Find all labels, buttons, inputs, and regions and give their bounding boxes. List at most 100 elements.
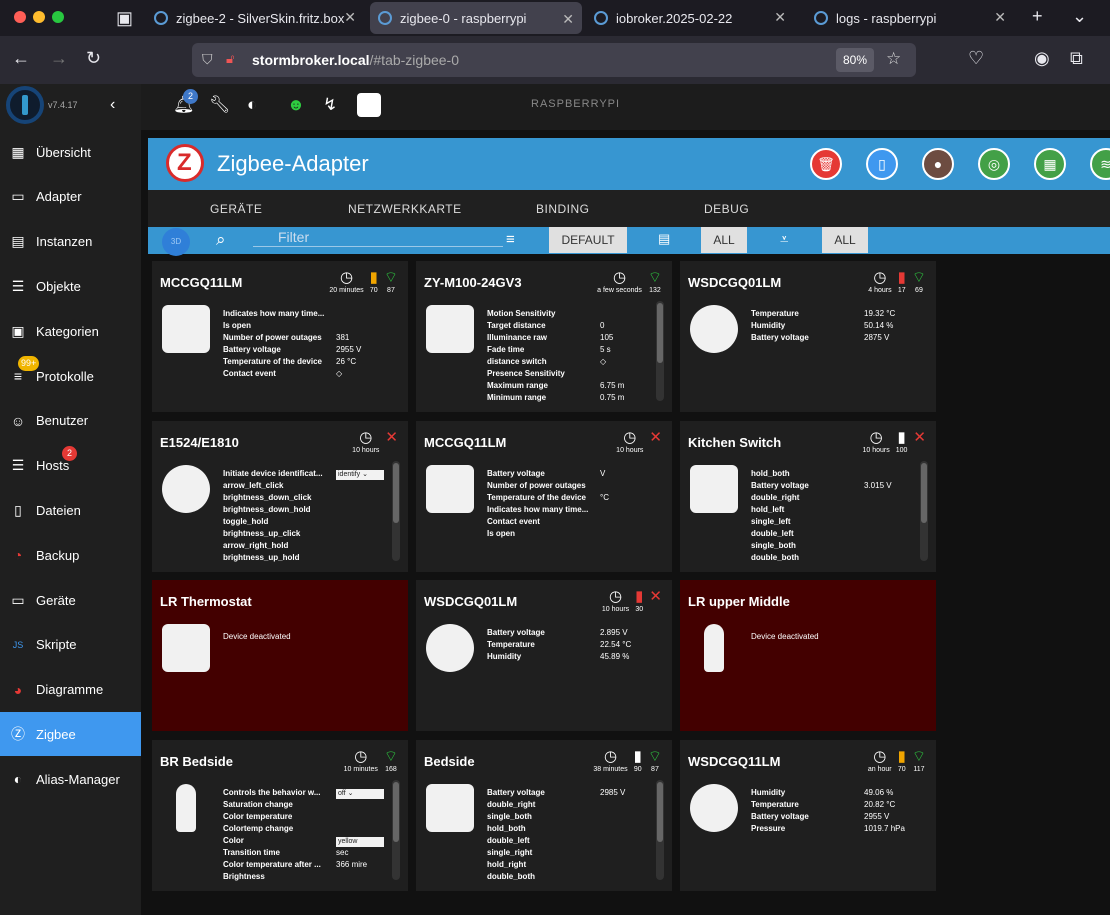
state-value[interactable] <box>336 493 393 505</box>
browser-tab-active[interactable]: zigbee-0 - raspberrypi ✕ <box>370 2 582 34</box>
state-value[interactable]: 381 <box>336 333 393 345</box>
state-value[interactable] <box>336 800 393 812</box>
url-text[interactable]: stormbroker.local/#tab-zigbee-0 <box>252 52 459 68</box>
maximize-window-button[interactable] <box>52 11 64 23</box>
wrench-icon[interactable]: 🔧︎ <box>209 95 231 115</box>
card-scrollbar[interactable] <box>920 461 928 561</box>
device-card[interactable]: E1524/E1810 ◷ 10 hours ✕ Initiate device ide… <box>152 421 408 572</box>
tab-overview-icon[interactable]: ▣ <box>116 8 133 29</box>
state-value[interactable] <box>336 541 393 553</box>
state-value[interactable] <box>864 541 921 553</box>
device-card[interactable]: MCCGQ11LM ◷ 10 hours ✕ Battery voltage V Numbe… <box>416 421 672 572</box>
collapse-sidebar-icon[interactable]: ‹ <box>110 96 115 114</box>
state-value[interactable] <box>336 481 393 493</box>
state-value[interactable] <box>600 800 657 812</box>
state-value[interactable] <box>864 505 921 517</box>
account-icon[interactable]: ◉ <box>1034 48 1050 69</box>
forward-icon[interactable]: → <box>50 48 68 69</box>
close-window-button[interactable] <box>14 11 26 23</box>
state-value[interactable] <box>600 309 657 321</box>
filter-input[interactable]: Filter <box>253 227 503 247</box>
close-tab-icon[interactable]: ✕ <box>562 11 574 28</box>
state-value[interactable]: 2955 V <box>336 345 393 357</box>
state-value[interactable]: 0 <box>600 321 657 333</box>
state-value[interactable] <box>336 309 393 321</box>
device-card[interactable]: LR Thermostat Device deactivated <box>152 580 408 731</box>
state-value[interactable]: sec <box>336 848 393 860</box>
all-types-button[interactable]: ALL <box>701 227 747 253</box>
state-value[interactable]: 45.89 % <box>600 652 657 664</box>
state-select[interactable]: identify ⌄ <box>336 470 384 480</box>
close-tab-icon[interactable]: ✕ <box>774 9 786 26</box>
device-card[interactable]: BR Bedside ◷ 10 minutes ⌔ 168 Controls the be… <box>152 740 408 891</box>
device-card[interactable]: WSDCGQ11LM ◷ an hour ▮ 70 ⌔ 117 Humidity 49.06 %… <box>680 740 936 891</box>
state-value[interactable] <box>864 517 921 529</box>
state-value[interactable] <box>600 872 657 884</box>
browser-tab[interactable]: iobroker.2025-02-22 ✕ <box>594 0 794 36</box>
close-tab-icon[interactable]: ✕ <box>994 9 1006 26</box>
device-card[interactable]: ZY-M100-24GV3 ◷ a few seconds ⌔ 132 Motion Se… <box>416 261 672 412</box>
state-value[interactable] <box>600 369 657 381</box>
state-value[interactable]: 0.75 m <box>600 393 657 405</box>
new-tab-icon[interactable]: + <box>1032 6 1043 27</box>
browser-tab[interactable]: logs - raspberrypi ✕ <box>814 0 1014 36</box>
state-value[interactable]: 2875 V <box>864 333 921 345</box>
device-card[interactable]: WSDCGQ01LM ◷ 4 hours ▮ 17 ⌔ 69 Temperature 19.32… <box>680 261 936 412</box>
sidebar-item-benutzer[interactable]: ☺ Benutzer <box>0 399 141 443</box>
expert-mode-icon[interactable]: ☻ <box>287 95 305 115</box>
sidebar-item-hosts[interactable]: ☰ Hosts 2 <box>0 444 141 488</box>
device-card[interactable]: MCCGQ11LM ◷ 20 minutes ▮ 70 ⌔ 87 Indicates how … <box>152 261 408 412</box>
state-value[interactable] <box>600 824 657 836</box>
state-value[interactable] <box>336 812 393 824</box>
state-value[interactable]: 6.75 m <box>600 381 657 393</box>
tab-netzwerkkarte[interactable]: NETZWERKKARTE <box>348 202 462 216</box>
3d-button[interactable]: 3D <box>162 228 190 256</box>
state-value[interactable] <box>600 812 657 824</box>
device-card[interactable]: Kitchen Switch ◷ 10 hours ▮ 100 ✕ hold_both Bat… <box>680 421 936 572</box>
extensions-icon[interactable]: ⧉ <box>1070 48 1083 69</box>
tab-debug[interactable]: DEBUG <box>704 202 749 216</box>
state-value[interactable]: 19.32 °C <box>864 309 921 321</box>
state-value[interactable]: 1019.7 hPa <box>864 824 921 836</box>
state-value[interactable]: °C <box>600 493 657 505</box>
url-bar[interactable]: ⛉ 🔓︎ stormbroker.local/#tab-zigbee-0 80%… <box>192 43 916 77</box>
back-icon[interactable]: ← <box>12 48 30 69</box>
default-button[interactable]: DEFAULT <box>549 227 627 253</box>
state-value[interactable] <box>600 860 657 872</box>
restart-icon[interactable]: ↯ <box>323 95 337 115</box>
permit-join-button[interactable]: ◎ <box>978 148 1010 180</box>
state-value[interactable] <box>336 321 393 333</box>
state-value[interactable] <box>600 529 657 541</box>
reload-icon[interactable]: ↻ <box>86 48 101 69</box>
zoom-level[interactable]: 80% <box>836 48 874 72</box>
state-value[interactable]: yellow <box>336 836 393 848</box>
sidebar-item-kategorien[interactable]: ▣ Kategorien <box>0 309 141 353</box>
state-value[interactable] <box>864 493 921 505</box>
state-value[interactable]: 22.54 °C <box>600 640 657 652</box>
tab-binding[interactable]: BINDING <box>536 202 590 216</box>
state-value[interactable]: 49.06 % <box>864 788 921 800</box>
sidebar-item-adapter[interactable]: ▭ Adapter <box>0 175 141 219</box>
shield-icon[interactable]: ⛉ <box>202 51 213 68</box>
delete-button[interactable]: 🗑︎ <box>810 148 842 180</box>
state-value[interactable] <box>600 517 657 529</box>
card-scrollbar[interactable] <box>392 461 400 561</box>
state-value[interactable]: identify ⌄ <box>336 469 393 481</box>
state-value[interactable]: 366 mire <box>336 860 393 872</box>
state-value[interactable] <box>336 505 393 517</box>
touchlink-button[interactable]: ● <box>922 148 954 180</box>
state-value[interactable] <box>600 836 657 848</box>
all-rooms-button[interactable]: ALL <box>822 227 868 253</box>
card-scrollbar[interactable] <box>656 301 664 401</box>
state-value[interactable]: 3.015 V <box>864 481 921 493</box>
sort-icon[interactable]: ≡ <box>506 231 515 248</box>
state-value[interactable]: 20.82 °C <box>864 800 921 812</box>
device-card[interactable]: Bedside ◷ 38 minutes ▮ 90 ⌔ 87 Battery voltage 2… <box>416 740 672 891</box>
sidebar-item-dateien[interactable]: ▯ Dateien <box>0 488 141 532</box>
theme-toggle-icon[interactable]: ◐ <box>247 95 257 115</box>
state-value[interactable]: 2955 V <box>864 812 921 824</box>
sidebar-item-instanzen[interactable]: ▤ Instanzen <box>0 220 141 264</box>
chevron-down-icon[interactable]: ⌄ <box>1072 6 1087 27</box>
minimize-window-button[interactable] <box>33 11 45 23</box>
sidebar-item-alias-manager[interactable]: ◐ Alias-Manager <box>0 757 141 801</box>
